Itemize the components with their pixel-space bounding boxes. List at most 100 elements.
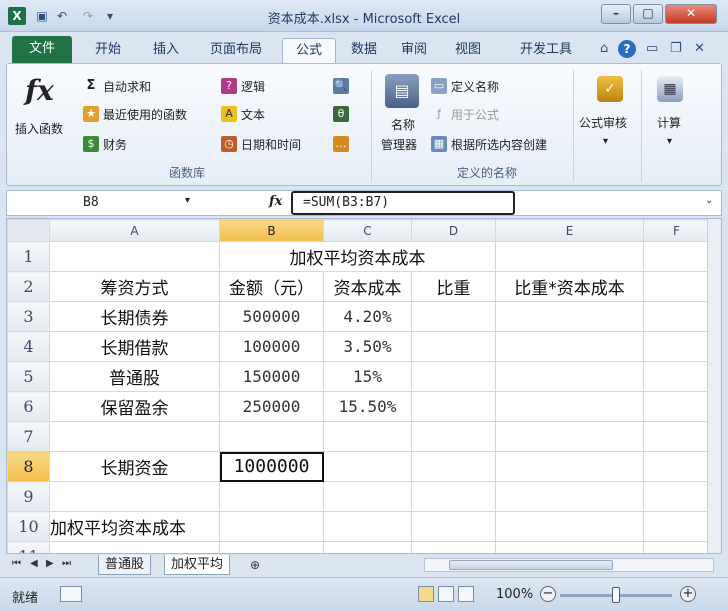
row-header[interactable]: 10 — [7, 511, 50, 542]
row-header[interactable]: 4 — [7, 331, 50, 362]
cell-c10[interactable] — [323, 511, 412, 542]
cell-c6[interactable]: 15.50% — [323, 391, 412, 422]
zoom-in-icon[interactable]: + — [680, 586, 696, 602]
first-sheet-icon[interactable]: ⏮ — [12, 558, 21, 569]
tab-home[interactable]: 开始 — [82, 38, 134, 64]
tab-formulas[interactable]: 公式 — [282, 38, 336, 64]
cell-c8[interactable] — [323, 451, 412, 482]
use-in-formula-button[interactable]: 用于公式 — [451, 106, 499, 123]
cell-f7[interactable] — [643, 421, 710, 452]
cell-c3[interactable]: 4.20% — [323, 301, 412, 332]
lookup-icon[interactable]: 🔍 — [333, 78, 349, 94]
cell-a5[interactable]: 普通股 — [49, 361, 220, 392]
create-from-selection-button[interactable]: 根据所选内容创建 — [451, 136, 547, 153]
cell-f10[interactable] — [643, 511, 710, 542]
cell-b4[interactable]: 100000 — [219, 331, 324, 362]
minimize-ribbon-icon[interactable]: ⌂ — [600, 41, 608, 56]
row-header[interactable]: 2 — [7, 271, 50, 302]
cell-d11[interactable] — [411, 541, 496, 553]
normal-view-icon[interactable] — [418, 586, 434, 602]
recently-used-button[interactable]: 最近使用的函数 — [103, 106, 187, 123]
insert-function-button[interactable]: 插入函数 — [15, 120, 63, 137]
zoom-level[interactable]: 100% — [496, 587, 533, 602]
cell-b7[interactable] — [219, 421, 324, 452]
cell-f5[interactable] — [643, 361, 710, 392]
cell-a1[interactable] — [49, 241, 220, 272]
cell-d10[interactable] — [411, 511, 496, 542]
cell-e2[interactable]: 比重*资本成本 — [495, 271, 644, 302]
cell-f8[interactable] — [643, 451, 710, 482]
cell-f2[interactable] — [643, 271, 710, 302]
insert-sheet-icon[interactable]: ⊕ — [250, 558, 260, 572]
cell-f9[interactable] — [643, 481, 710, 512]
help-icon[interactable]: ? — [618, 40, 636, 58]
cell-d6[interactable] — [411, 391, 496, 422]
column-header-f[interactable]: F — [643, 219, 710, 242]
column-header-d[interactable]: D — [411, 219, 496, 242]
insert-function-fx-icon[interactable]: fx — [269, 194, 282, 209]
zoom-out-icon[interactable]: − — [540, 586, 556, 602]
logical-button[interactable]: 逻辑 — [241, 78, 265, 95]
cell-b11[interactable] — [219, 541, 324, 553]
name-box[interactable]: B8 — [11, 193, 201, 213]
cell-c4[interactable]: 3.50% — [323, 331, 412, 362]
text-button[interactable]: 文本 — [241, 106, 265, 123]
formula-auditing-icon[interactable]: ✓ — [597, 76, 623, 102]
cell-b9[interactable] — [219, 481, 324, 512]
cell-e5[interactable] — [495, 361, 644, 392]
row-header[interactable]: 1 — [7, 241, 50, 272]
maximize-button[interactable]: □ — [633, 4, 663, 24]
tab-data[interactable]: 数据 — [342, 38, 386, 64]
window-minimize-icon[interactable]: ▭ — [646, 41, 658, 56]
cell-d2[interactable]: 比重 — [411, 271, 496, 302]
cell-a8[interactable]: 长期资金 — [49, 451, 220, 482]
more-functions-icon[interactable]: … — [333, 136, 349, 152]
cell-b6[interactable]: 250000 — [219, 391, 324, 422]
sheet-tab-weighted-average[interactable]: 加权平均 — [164, 555, 231, 575]
row-header[interactable]: 7 — [7, 421, 50, 452]
name-manager-label-1[interactable]: 名称 — [391, 116, 415, 133]
date-time-button[interactable]: 日期和时间 — [241, 136, 301, 153]
autosum-button[interactable]: 自动求和 — [103, 78, 151, 95]
close-button[interactable]: ✕ — [665, 4, 717, 24]
window-restore-icon[interactable]: ❐ — [670, 41, 682, 56]
tab-review[interactable]: 审阅 — [392, 38, 436, 64]
row-header[interactable]: 5 — [7, 361, 50, 392]
vertical-scrollbar[interactable] — [707, 219, 721, 553]
cell-a9[interactable] — [49, 481, 220, 512]
calculation-button[interactable]: 计算 — [657, 114, 681, 131]
cell-c2[interactable]: 资本成本 — [323, 271, 412, 302]
cell-d4[interactable] — [411, 331, 496, 362]
name-box-dropdown-icon[interactable]: ▾ — [185, 195, 190, 206]
cell-b5[interactable]: 150000 — [219, 361, 324, 392]
horizontal-scrollbar[interactable] — [424, 558, 714, 572]
calculation-dropdown-icon[interactable]: ▾ — [667, 136, 672, 147]
last-sheet-icon[interactable]: ⏭ — [62, 558, 71, 569]
row-header[interactable]: 6 — [7, 391, 50, 422]
formula-auditing-dropdown-icon[interactable]: ▾ — [603, 136, 608, 147]
calculation-icon[interactable]: ▦ — [657, 76, 683, 102]
cell-d5[interactable] — [411, 361, 496, 392]
cell-f11[interactable] — [643, 541, 710, 553]
cell-a11[interactable] — [49, 541, 220, 553]
minimize-button[interactable]: – — [601, 4, 631, 24]
cell-b3[interactable]: 500000 — [219, 301, 324, 332]
tab-insert[interactable]: 插入 — [140, 38, 192, 64]
cell-a6[interactable]: 保留盈余 — [49, 391, 220, 422]
sheet-tab-common-stock[interactable]: 普通股 — [98, 555, 152, 575]
cell-e6[interactable] — [495, 391, 644, 422]
macro-record-icon[interactable] — [60, 586, 82, 602]
cell-a7[interactable] — [49, 421, 220, 452]
cell-a4[interactable]: 长期借款 — [49, 331, 220, 362]
next-sheet-icon[interactable]: ▶ — [46, 558, 54, 569]
column-header-e[interactable]: E — [495, 219, 644, 242]
cell-d7[interactable] — [411, 421, 496, 452]
cell-e8[interactable] — [495, 451, 644, 482]
row-header[interactable]: 8 — [7, 451, 50, 482]
formula-auditing-button[interactable]: 公式审核 — [579, 114, 627, 131]
column-header-b[interactable]: B — [219, 219, 324, 242]
cell-e10[interactable] — [495, 511, 644, 542]
horizontal-scroll-thumb[interactable] — [449, 560, 613, 570]
cell-b8-active[interactable]: 1000000 — [219, 451, 324, 482]
select-all-corner[interactable] — [7, 219, 50, 242]
